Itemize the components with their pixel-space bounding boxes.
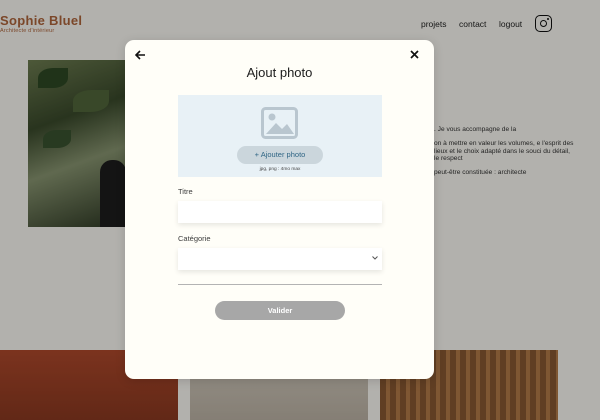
modal-title: Ajout photo (246, 65, 313, 80)
title-label: Titre (178, 187, 193, 196)
divider (178, 284, 382, 285)
chevron-down-icon (372, 253, 378, 262)
arrow-left-icon[interactable] (134, 49, 146, 63)
add-photo-button[interactable]: + Ajouter photo (237, 146, 323, 164)
photo-upload-area[interactable]: + Ajouter photo jpg, png : 4mo max (178, 95, 382, 177)
close-icon[interactable] (410, 48, 419, 62)
upload-hint: jpg, png : 4mo max (259, 167, 301, 172)
validate-button[interactable]: Valider (215, 301, 345, 320)
category-select[interactable] (178, 248, 382, 270)
title-input[interactable] (178, 201, 382, 223)
image-icon (261, 107, 298, 139)
add-photo-modal: Ajout photo + Ajouter photo jpg, png : 4… (125, 40, 434, 379)
category-label: Catégorie (178, 234, 211, 243)
